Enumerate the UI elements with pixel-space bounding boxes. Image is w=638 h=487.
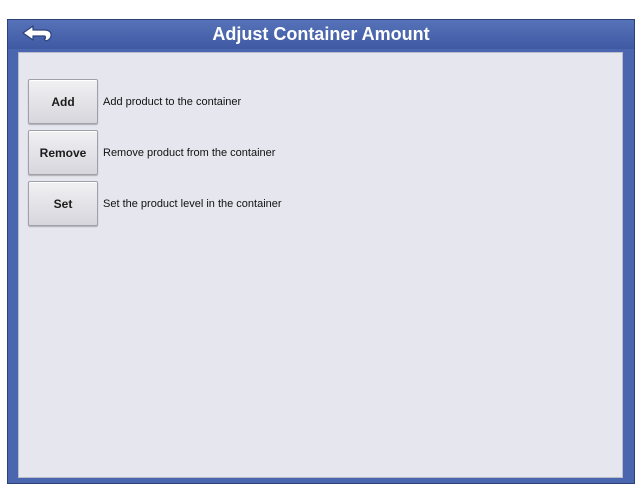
remove-description: Remove product from the container bbox=[103, 146, 276, 159]
page-title: Adjust Container Amount bbox=[212, 24, 430, 44]
screen: Adjust Container Amount Add Add product … bbox=[0, 0, 638, 487]
add-description: Add product to the container bbox=[103, 95, 242, 108]
set-description: Set the product level in the container bbox=[103, 197, 282, 210]
remove-button[interactable]: Remove bbox=[28, 130, 98, 175]
window-frame: Adjust Container Amount Add Add product … bbox=[7, 19, 635, 484]
content-panel: Add Add product to the container Remove … bbox=[18, 52, 623, 478]
title-bar: Adjust Container Amount bbox=[8, 20, 634, 49]
action-row-set: Set Set the product level in the contain… bbox=[28, 181, 282, 226]
set-button[interactable]: Set bbox=[28, 181, 98, 226]
add-button[interactable]: Add bbox=[28, 79, 98, 124]
action-row-add: Add Add product to the container bbox=[28, 79, 241, 124]
action-row-remove: Remove Remove product from the container bbox=[28, 130, 275, 175]
